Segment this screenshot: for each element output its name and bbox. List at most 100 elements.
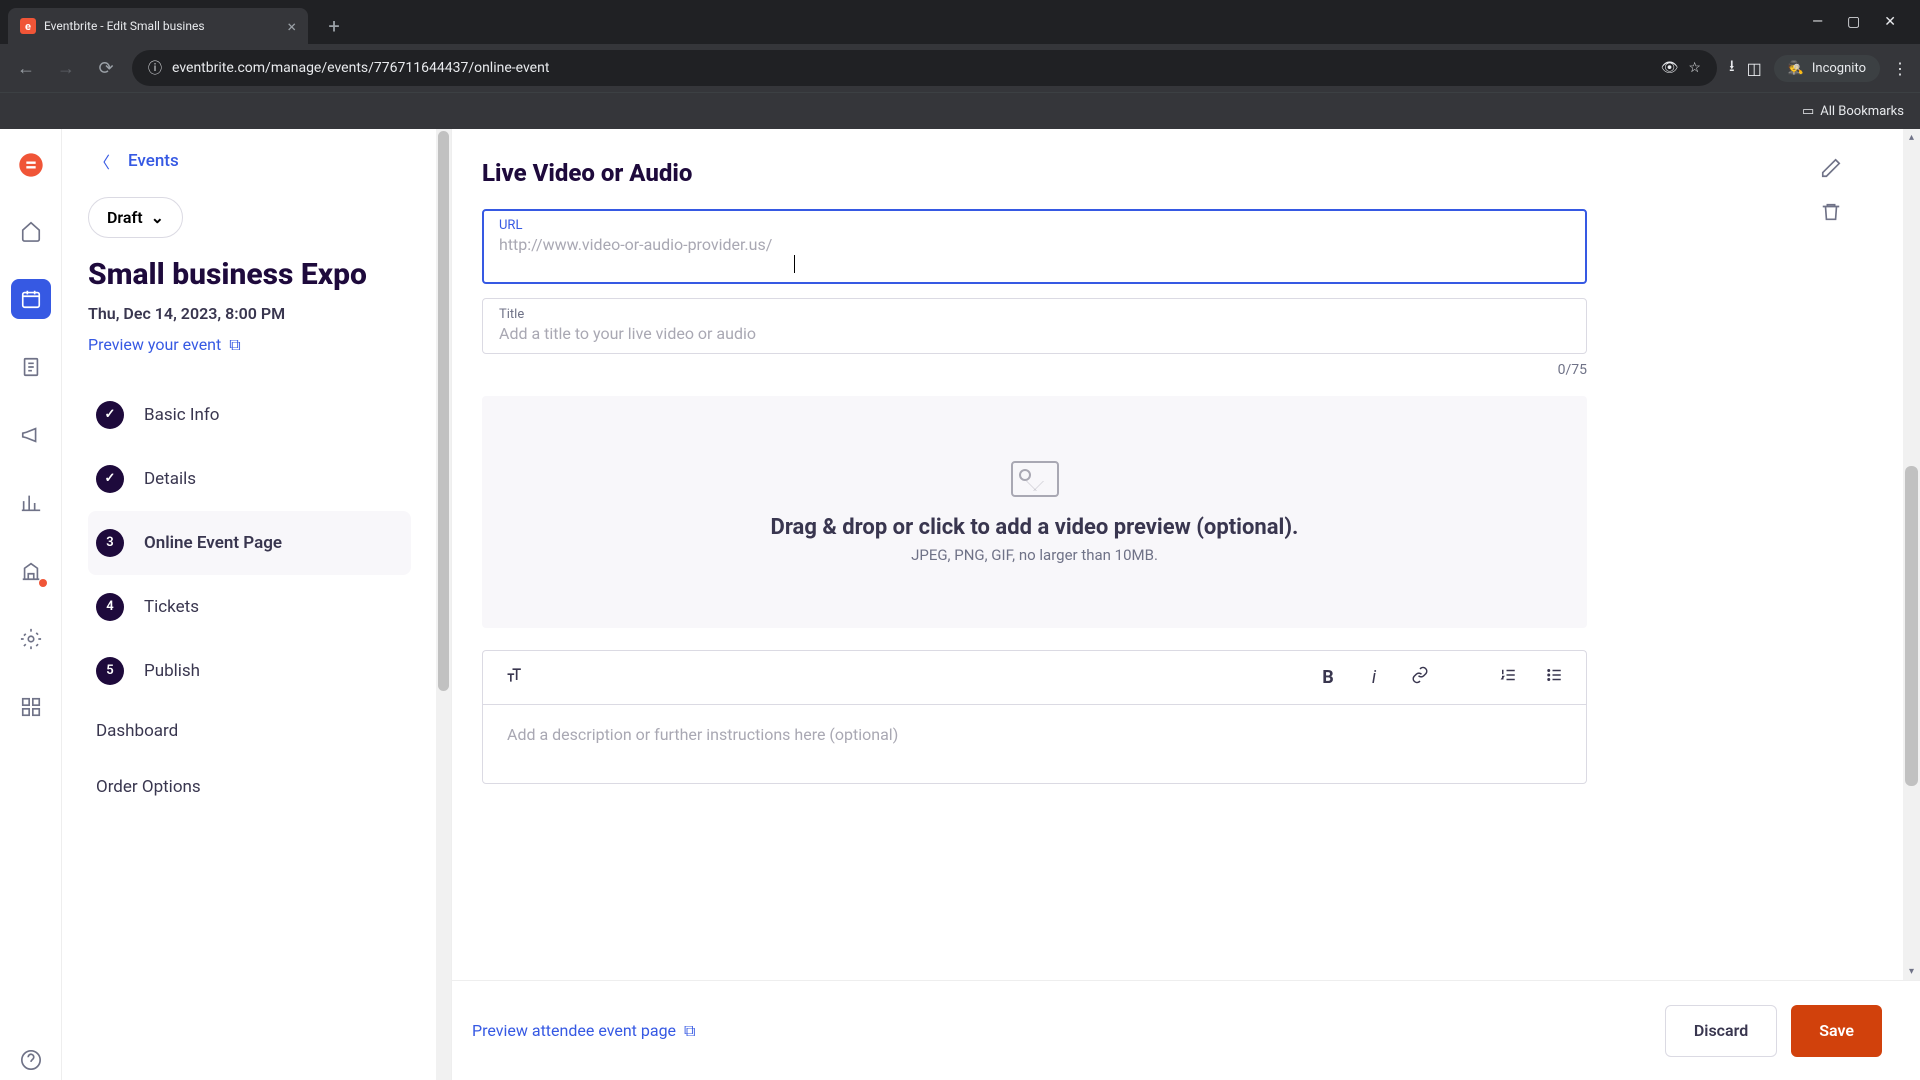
bullet-list-icon[interactable] xyxy=(1540,666,1568,689)
step-check-icon: ✓ xyxy=(96,465,124,493)
text-size-icon[interactable] xyxy=(501,665,529,690)
incognito-icon: 🕵 xyxy=(1788,61,1804,76)
reports-icon[interactable] xyxy=(11,483,51,523)
scroll-down-arrow[interactable]: ▾ xyxy=(1903,963,1920,980)
italic-icon[interactable]: i xyxy=(1360,667,1388,688)
preview-attendee-link[interactable]: Preview attendee event page ⧉ xyxy=(472,1021,695,1041)
step-label: Publish xyxy=(144,661,200,681)
status-dropdown[interactable]: Draft ⌄ xyxy=(88,197,183,238)
forward-button[interactable]: → xyxy=(52,58,80,79)
step-tickets[interactable]: 4 Tickets xyxy=(88,575,411,639)
save-button[interactable]: Save xyxy=(1791,1005,1882,1057)
back-label: Events xyxy=(128,151,179,171)
block-actions xyxy=(1820,157,1842,227)
url-field-container[interactable]: URL xyxy=(482,209,1587,284)
step-number: 3 xyxy=(96,529,124,557)
back-to-events-link[interactable]: 〈 Events xyxy=(88,149,411,173)
video-preview-dropzone[interactable]: Drag & drop or click to add a video prev… xyxy=(482,396,1587,628)
finance-icon[interactable] xyxy=(11,551,51,591)
step-list: ✓ Basic Info ✓ Details 3 Online Event Pa… xyxy=(88,383,411,703)
footer-bar: Preview attendee event page ⧉ Discard Sa… xyxy=(452,980,1920,1080)
eye-slash-icon[interactable]: 👁 xyxy=(1661,60,1679,76)
all-bookmarks-button[interactable]: ▭ All Bookmarks xyxy=(1802,104,1904,119)
download-icon[interactable]: ⭳ xyxy=(1729,55,1735,82)
browser-tab[interactable]: e Eventbrite - Edit Small busines × xyxy=(8,8,308,44)
dropzone-title: Drag & drop or click to add a video prev… xyxy=(771,515,1299,540)
ordered-list-icon[interactable] xyxy=(1494,666,1522,689)
link-icon[interactable] xyxy=(1406,666,1434,689)
incognito-label: Incognito xyxy=(1812,61,1866,76)
title-field-container[interactable]: Title xyxy=(482,298,1587,354)
sidebar-container: 〈 Events Draft ⌄ Small business Expo Thu… xyxy=(62,129,452,1080)
window-controls: — ▢ ✕ xyxy=(1812,14,1912,30)
step-publish[interactable]: 5 Publish xyxy=(88,639,411,703)
chevron-down-icon: ⌄ xyxy=(151,208,164,227)
megaphone-icon[interactable] xyxy=(11,415,51,455)
sidebar: 〈 Events Draft ⌄ Small business Expo Thu… xyxy=(62,129,437,1080)
url-bar[interactable]: ⓘ eventbrite.com/manage/events/776711644… xyxy=(132,50,1717,86)
sidebar-item-dashboard[interactable]: Dashboard xyxy=(88,703,411,759)
editor-placeholder: Add a description or further instruction… xyxy=(507,725,898,744)
step-label: Basic Info xyxy=(144,405,219,425)
apps-icon[interactable] xyxy=(11,687,51,727)
url-label: URL xyxy=(499,218,1570,233)
image-icon xyxy=(1011,461,1059,497)
orders-icon[interactable] xyxy=(11,347,51,387)
sidepanel-icon[interactable]: ◫ xyxy=(1747,59,1762,78)
event-date: Thu, Dec 14, 2023, 8:00 PM xyxy=(88,304,411,323)
tab-bar: e Eventbrite - Edit Small busines × + — … xyxy=(0,0,1920,44)
settings-icon[interactable] xyxy=(11,619,51,659)
url-input[interactable] xyxy=(499,235,1570,254)
title-input[interactable] xyxy=(499,324,1570,343)
star-icon[interactable]: ☆ xyxy=(1688,60,1701,76)
bold-icon[interactable]: B xyxy=(1314,667,1342,688)
sidebar-item-order-options[interactable]: Order Options xyxy=(88,759,411,815)
calendar-icon[interactable] xyxy=(11,279,51,319)
delete-icon[interactable] xyxy=(1820,201,1842,227)
event-title: Small business Expo xyxy=(88,256,411,294)
main-scroll-area: Live Video or Audio URL Title 0/75 Drag … xyxy=(452,129,1920,980)
tab-title: Eventbrite - Edit Small busines xyxy=(44,19,279,33)
step-number: 4 xyxy=(96,593,124,621)
scrollbar-thumb[interactable] xyxy=(438,131,449,691)
title-label: Title xyxy=(499,307,1570,322)
help-icon[interactable] xyxy=(11,1040,51,1080)
scroll-up-arrow[interactable]: ▴ xyxy=(1903,129,1920,146)
maximize-button[interactable]: ▢ xyxy=(1847,14,1860,30)
back-button[interactable]: ← xyxy=(12,58,40,79)
char-count: 0/75 xyxy=(482,362,1587,378)
preview-label: Preview your event xyxy=(88,335,221,354)
folder-icon: ▭ xyxy=(1802,104,1814,119)
scrollbar-thumb[interactable] xyxy=(1905,466,1918,786)
main-scrollbar[interactable]: ▴ ▾ xyxy=(1903,129,1920,980)
preview-event-link[interactable]: Preview your event ⧉ xyxy=(88,335,241,355)
preview-link-label: Preview attendee event page xyxy=(472,1021,676,1040)
chevron-left-icon: 〈 xyxy=(94,149,110,173)
main-content: Live Video or Audio URL Title 0/75 Drag … xyxy=(452,129,1920,1080)
sidebar-scrollbar[interactable] xyxy=(436,129,451,1080)
step-basic-info[interactable]: ✓ Basic Info xyxy=(88,383,411,447)
step-label: Tickets xyxy=(144,597,199,617)
step-check-icon: ✓ xyxy=(96,401,124,429)
step-label: Details xyxy=(144,469,196,489)
discard-button[interactable]: Discard xyxy=(1665,1005,1777,1057)
close-tab-icon[interactable]: × xyxy=(287,17,296,36)
edit-icon[interactable] xyxy=(1820,157,1842,183)
new-tab-button[interactable]: + xyxy=(320,12,348,40)
home-icon[interactable] xyxy=(11,211,51,251)
step-details[interactable]: ✓ Details xyxy=(88,447,411,511)
eventbrite-logo[interactable] xyxy=(13,147,49,183)
icon-rail xyxy=(0,129,62,1080)
app: 〈 Events Draft ⌄ Small business Expo Thu… xyxy=(0,129,1920,1080)
eventbrite-favicon: e xyxy=(20,18,36,34)
description-editor[interactable]: Add a description or further instruction… xyxy=(482,704,1587,784)
incognito-badge[interactable]: 🕵 Incognito xyxy=(1774,55,1880,82)
minimize-button[interactable]: — xyxy=(1812,14,1823,30)
site-info-icon[interactable]: ⓘ xyxy=(148,58,162,78)
menu-icon[interactable]: ⋮ xyxy=(1892,59,1908,78)
step-online-event-page[interactable]: 3 Online Event Page xyxy=(88,511,411,575)
step-label: Online Event Page xyxy=(144,533,282,553)
reload-button[interactable]: ⟳ xyxy=(92,58,120,79)
bookmarks-bar: ▭ All Bookmarks xyxy=(0,92,1920,129)
close-window-button[interactable]: ✕ xyxy=(1884,14,1896,30)
